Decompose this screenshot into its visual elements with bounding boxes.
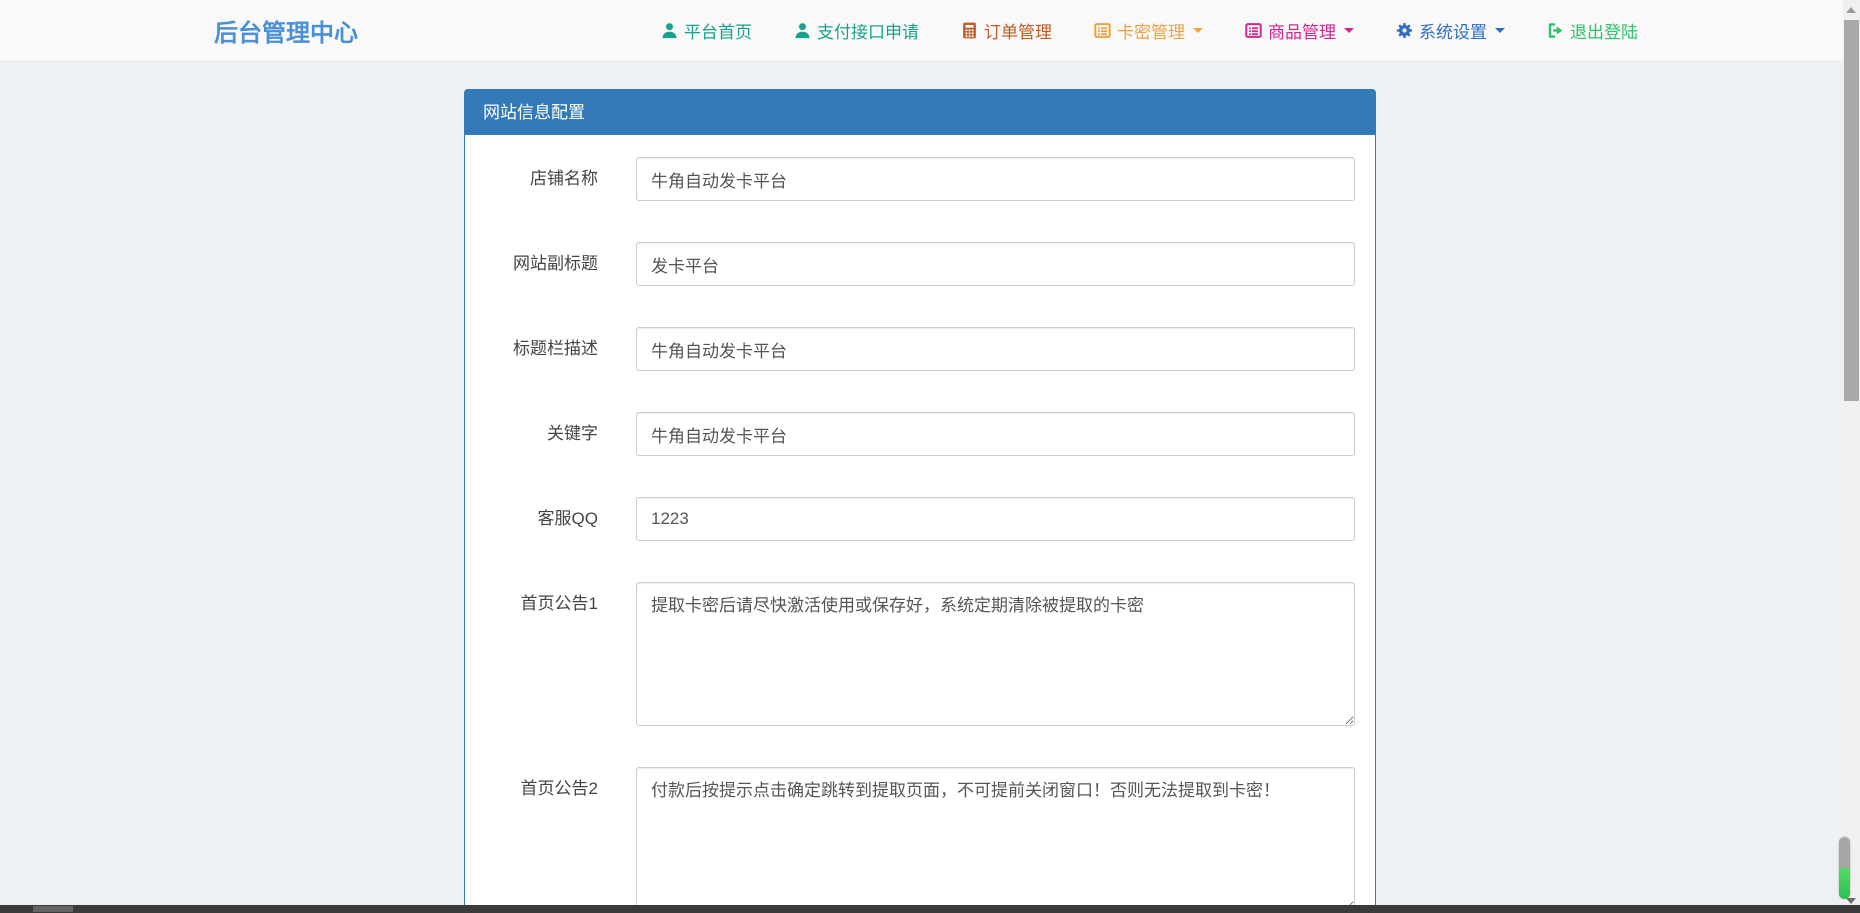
- form-row-site-subtitle: 网站副标题: [465, 242, 1355, 286]
- horizontal-scrollbar-thumb[interactable]: [33, 906, 73, 912]
- vertical-scrollbar-thumb[interactable]: [1844, 20, 1859, 401]
- form-row-keywords: 关键字: [465, 412, 1355, 456]
- nav-item-logout[interactable]: 退出登陆: [1547, 18, 1638, 43]
- field-input-title-desc[interactable]: [636, 327, 1355, 371]
- caret-down-icon: [1193, 28, 1203, 33]
- caret-down-icon: [1344, 28, 1354, 33]
- field-label-shop-name: 店铺名称: [465, 157, 598, 201]
- nav-item-cards[interactable]: 卡密管理: [1094, 18, 1203, 43]
- nav-item-orders[interactable]: 订单管理: [961, 18, 1052, 43]
- form-row-notice2: 首页公告2 付款后按提示点击确定跳转到提取页面，不可提前关闭窗口！否则无法提取到卡…: [465, 767, 1355, 911]
- field-input-service-qq[interactable]: [636, 497, 1355, 541]
- user-icon: [794, 22, 811, 39]
- scroll-down-arrow-icon[interactable]: [1846, 898, 1856, 904]
- form-row-shop-name: 店铺名称: [465, 157, 1355, 201]
- nav-menu: 平台首页 支付接口申请 订单管理 卡密管理 商品管理 系统设置 退出登陆: [661, 18, 1638, 43]
- site-config-panel: 网站信息配置 店铺名称网站副标题标题栏描述关键字客服QQ 首页公告1 提取卡密后请尽…: [464, 89, 1376, 913]
- field-input-notice1[interactable]: 提取卡密后请尽快激活使用或保存好，系统定期清除被提取的卡密: [636, 582, 1355, 726]
- scroll-indicator-widget: [1839, 837, 1850, 899]
- nav-item-label: 订单管理: [984, 18, 1052, 43]
- caret-down-icon: [1495, 28, 1505, 33]
- list-icon: [1245, 22, 1262, 39]
- field-label-site-subtitle: 网站副标题: [465, 242, 598, 286]
- user-icon: [661, 22, 678, 39]
- panel-title: 网站信息配置: [465, 90, 1375, 135]
- vertical-scrollbar[interactable]: [1843, 0, 1860, 913]
- gear-icon: [1396, 22, 1413, 39]
- nav-item-label: 支付接口申请: [817, 18, 919, 43]
- nav-item-label: 退出登陆: [1570, 18, 1638, 43]
- nav-item-goods[interactable]: 商品管理: [1245, 18, 1354, 43]
- field-input-site-subtitle[interactable]: [636, 242, 1355, 286]
- form-row-service-qq: 客服QQ: [465, 497, 1355, 541]
- nav-item-pay-apply[interactable]: 支付接口申请: [794, 18, 919, 43]
- top-navbar: 后台管理中心 平台首页 支付接口申请 订单管理 卡密管理 商品管理 系统设置 退出登陆: [0, 0, 1843, 62]
- field-label-notice1: 首页公告1: [465, 582, 598, 626]
- list-icon: [1094, 22, 1111, 39]
- field-label-keywords: 关键字: [465, 412, 598, 456]
- horizontal-scrollbar[interactable]: [0, 905, 1860, 913]
- nav-item-label: 卡密管理: [1117, 18, 1185, 43]
- nav-item-label: 系统设置: [1419, 18, 1487, 43]
- field-label-service-qq: 客服QQ: [465, 497, 598, 541]
- field-input-keywords[interactable]: [636, 412, 1355, 456]
- form-row-notice1: 首页公告1 提取卡密后请尽快激活使用或保存好，系统定期清除被提取的卡密: [465, 582, 1355, 726]
- field-input-notice2[interactable]: 付款后按提示点击确定跳转到提取页面，不可提前关闭窗口！否则无法提取到卡密！: [636, 767, 1355, 911]
- field-label-notice2: 首页公告2: [465, 767, 598, 811]
- nav-item-label: 平台首页: [684, 18, 752, 43]
- scroll-up-arrow-icon[interactable]: [1846, 7, 1856, 13]
- nav-item-home[interactable]: 平台首页: [661, 18, 752, 43]
- nav-item-settings[interactable]: 系统设置: [1396, 18, 1505, 43]
- form-row-title-desc: 标题栏描述: [465, 327, 1355, 371]
- brand-title[interactable]: 后台管理中心: [214, 13, 358, 48]
- logout-icon: [1547, 22, 1564, 39]
- nav-item-label: 商品管理: [1268, 18, 1336, 43]
- calculator-icon: [961, 22, 978, 39]
- field-input-shop-name[interactable]: [636, 157, 1355, 201]
- site-config-form: 店铺名称网站副标题标题栏描述关键字客服QQ 首页公告1 提取卡密后请尽快激活使用或保…: [465, 135, 1375, 913]
- field-label-title-desc: 标题栏描述: [465, 327, 598, 371]
